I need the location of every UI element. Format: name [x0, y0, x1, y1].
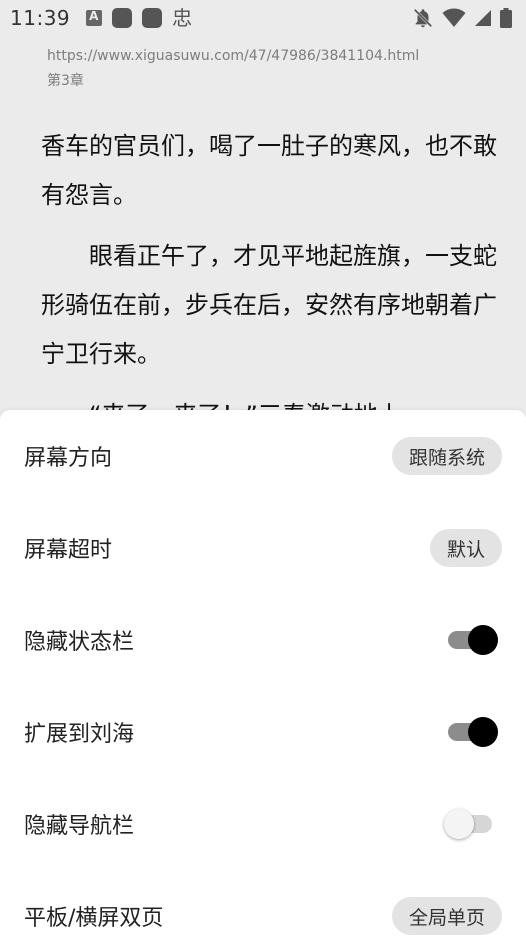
status-time: 11:39 — [10, 6, 71, 30]
status-system-icons — [412, 7, 512, 29]
screen-orientation-chip[interactable]: 跟随系统 — [391, 437, 502, 475]
reader-paragraph: 香车的官员们，喝了一肚子的寒风，也不敢有怨言。 — [41, 132, 497, 209]
setting-hide-navigation-bar[interactable]: 隐藏导航栏 — [0, 778, 526, 870]
setting-screen-timeout[interactable]: 屏幕超时 默认 — [0, 502, 526, 594]
setting-label: 隐藏导航栏 — [24, 814, 135, 839]
square-app-icon — [142, 8, 163, 28]
reader-text: 香车的官员们，喝了一肚子的寒风，也不敢有怨言。 眼看正午了，才见平地起旌旗，一支… — [41, 122, 501, 452]
setting-label: 平板/横屏双页 — [24, 906, 164, 931]
reader-chapter-title: 第3章 — [47, 73, 84, 89]
battery-icon — [500, 8, 512, 28]
setting-dual-page[interactable]: 平板/横屏双页 全局单页 — [0, 870, 526, 936]
status-notification-icons: 忠 — [86, 8, 192, 28]
setting-label: 屏幕超时 — [24, 538, 113, 563]
reader-paragraph: 眼看正午了，才见平地起旌旗，一支蛇形骑伍在前，步兵在后，安然有序地朝着广宁卫行来… — [41, 242, 497, 368]
reader-url: https://www.xiguasuwu.com/47/47986/38411… — [47, 48, 420, 64]
hide-status-bar-switch[interactable] — [446, 622, 498, 658]
hide-navigation-bar-switch[interactable] — [444, 806, 498, 842]
setting-label: 扩展到刘海 — [24, 722, 135, 747]
signal-icon — [475, 10, 491, 26]
setting-hide-status-bar[interactable]: 隐藏状态栏 — [0, 594, 526, 686]
setting-screen-orientation[interactable]: 屏幕方向 跟随系统 — [0, 410, 526, 502]
setting-label: 隐藏状态栏 — [24, 630, 135, 655]
bell-off-icon — [413, 8, 433, 28]
status-bar: 11:39 忠 — [0, 0, 526, 36]
wifi-icon — [442, 8, 466, 27]
switch-thumb — [468, 717, 498, 747]
screen-timeout-chip[interactable]: 默认 — [429, 529, 502, 567]
app-a-icon — [86, 9, 103, 26]
dual-page-chip[interactable]: 全局单页 — [391, 897, 502, 935]
square-app-icon — [112, 8, 133, 28]
setting-extend-to-notch[interactable]: 扩展到刘海 — [0, 686, 526, 778]
setting-label: 屏幕方向 — [24, 446, 113, 471]
switch-thumb — [444, 809, 474, 839]
switch-thumb — [468, 625, 498, 655]
extend-to-notch-switch[interactable] — [446, 714, 498, 750]
settings-sheet: 屏幕方向 跟随系统 屏幕超时 默认 隐藏状态栏 扩展到刘海 隐藏导航栏 平板/横… — [0, 410, 526, 936]
app-glyph-icon: 忠 — [172, 6, 193, 30]
